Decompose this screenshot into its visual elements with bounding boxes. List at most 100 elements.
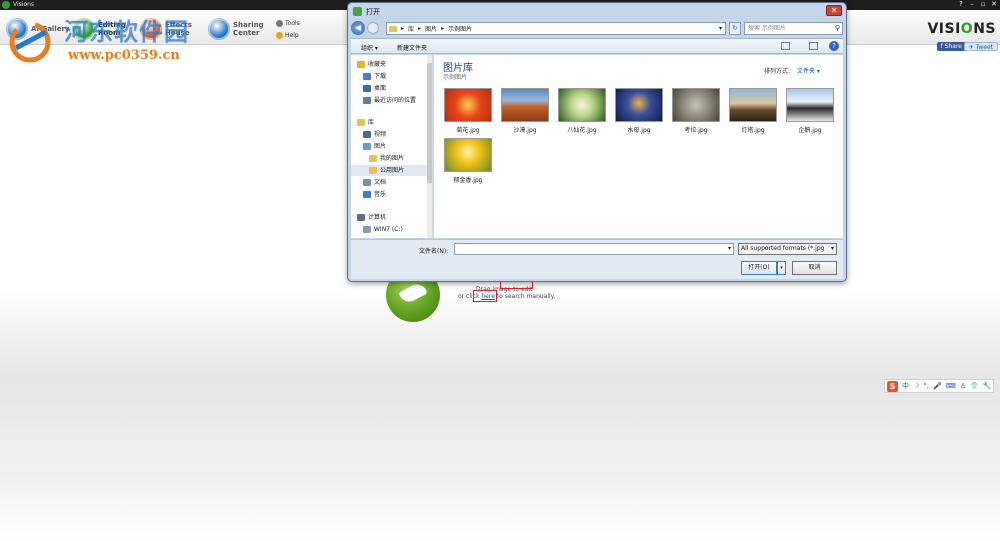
nav-scroll-thumb[interactable] (427, 63, 432, 183)
tools-button[interactable]: Tools (276, 20, 300, 27)
recent-icon (363, 97, 371, 104)
sogou-ime-icon[interactable]: S (887, 380, 898, 392)
thumbnail-caption: 水母.jpg (627, 127, 651, 134)
thumbnail-image[interactable] (786, 88, 834, 122)
address-dropdown-icon[interactable]: ▾ (719, 25, 722, 32)
nav-item[interactable]: 桌面 (351, 83, 427, 94)
thumbnail-item[interactable]: 水母.jpg (613, 88, 665, 136)
thumbnail-image[interactable] (558, 88, 606, 122)
moon-icon[interactable]: ☽ (913, 382, 919, 390)
open-button[interactable]: 打开(O) (741, 261, 777, 275)
dialog-titlebar[interactable]: 打开 ✕ (348, 3, 846, 20)
minimize-icon[interactable]: – (967, 0, 977, 8)
breadcrumb-library[interactable]: 库 (408, 24, 414, 33)
tools-icon (276, 20, 283, 27)
nav-item[interactable]: 视频 (351, 129, 427, 140)
nav-item[interactable]: 音乐 (351, 189, 427, 200)
pictures-icon (363, 143, 371, 150)
help-button[interactable]: Help (276, 32, 299, 39)
open-dropdown-button[interactable]: ▾ (777, 261, 786, 275)
breadcrumb-pictures[interactable]: 图片 (425, 24, 437, 33)
nav-item[interactable]: 我的图片 (351, 153, 427, 164)
filename-dropdown-icon[interactable]: ▾ (728, 245, 731, 252)
dialog-help-icon[interactable]: ? (829, 41, 839, 51)
cancel-button[interactable]: 取消 (792, 261, 837, 275)
ime-chinese-mode[interactable]: 中 (902, 381, 909, 391)
thumbnail-item[interactable]: 郁金香.jpg (442, 138, 494, 186)
nav-item[interactable]: 文档 (351, 177, 427, 188)
help-window-icon[interactable]: ? (956, 0, 966, 8)
nav-item-label: 下载 (374, 73, 387, 80)
filename-input[interactable]: ▾ (454, 243, 734, 255)
new-folder-button[interactable]: 新建文件夹 (397, 43, 427, 52)
view-options-icon[interactable] (781, 42, 790, 50)
file-list-pane: 图片库 示例图片 排列方式: 文件夹 ▾ 菊花.jpg 沙漠.jpg 八仙花.jpg… (434, 55, 843, 238)
library-icon (357, 119, 365, 126)
nav-item-label: 视频 (374, 131, 387, 138)
settings-wrench-icon[interactable]: 🔧 (983, 382, 992, 390)
nav-item[interactable]: 最近访问的位置 (351, 95, 427, 106)
preview-pane-icon[interactable] (809, 42, 818, 50)
user-icon[interactable]: ♙ (960, 382, 966, 390)
thumbnail-caption: 企鹅.jpg (798, 127, 822, 134)
dialog-app-icon (353, 7, 362, 16)
nav-scrollbar[interactable] (427, 55, 432, 238)
close-window-icon[interactable]: ✕ (989, 0, 999, 8)
keyboard-icon[interactable]: ⌨ (946, 382, 956, 390)
watermark-logo-icon (9, 21, 51, 63)
thumbnail-item[interactable]: 沙漠.jpg (499, 88, 551, 136)
sharing-center-label: Sharing Center (233, 21, 264, 37)
thumbnail-image[interactable] (615, 88, 663, 122)
thumbnail-image[interactable] (501, 88, 549, 122)
nav-item[interactable]: 图片 (351, 141, 427, 152)
nav-item[interactable]: 库 (351, 117, 427, 128)
help-icon (276, 32, 283, 39)
help-label: Help (285, 32, 299, 39)
thumbnail-image[interactable] (729, 88, 777, 122)
maximize-icon[interactable]: ▫ (978, 0, 988, 8)
nav-item[interactable]: WIN7 (C:) (351, 224, 427, 235)
back-arrow-icon[interactable]: ◀ (351, 21, 365, 35)
desktop-icon (363, 85, 371, 92)
skin-icon[interactable]: 👕 (970, 382, 979, 390)
thumbnail-caption: 沙漠.jpg (513, 127, 537, 134)
thumbnail-item[interactable]: 八仙花.jpg (556, 88, 608, 136)
thumbnail-caption: 八仙花.jpg (567, 127, 597, 134)
microphone-icon[interactable]: 🎤 (933, 382, 942, 390)
sharing-center-button[interactable]: Sharing Center (208, 16, 273, 42)
thumbnail-item[interactable]: 灯塔.jpg (727, 88, 779, 136)
address-row: ◀ ▸ 库 ▸ 图片 ▸ 示例图片 ▾ ↻ 搜索 示例图片 ⚲ (351, 21, 843, 37)
nav-item-label: 图片 (374, 143, 387, 150)
thumbnail-item[interactable]: 考拉.jpg (670, 88, 722, 136)
facebook-share-button[interactable]: f Share (936, 42, 966, 51)
open-file-dialog: 打开 ✕ ◀ ▸ 库 ▸ 图片 ▸ 示例图片 ▾ ↻ 搜索 示例图片 ⚲ 组织 … (347, 2, 847, 282)
breadcrumb-sample-pictures[interactable]: 示例图片 (448, 24, 472, 33)
refresh-icon[interactable]: ↻ (729, 22, 741, 35)
organize-button[interactable]: 组织 ▾ (361, 43, 378, 52)
nav-item[interactable]: 下载 (351, 71, 427, 82)
drive-icon (363, 226, 371, 233)
nav-item[interactable]: 计算机 (351, 212, 427, 223)
forward-arrow-icon[interactable] (367, 22, 379, 34)
dialog-title: 打开 (366, 8, 380, 16)
thumbnail-image[interactable] (672, 88, 720, 122)
nav-item[interactable]: 公用图片 (351, 165, 427, 176)
twitter-tweet-button[interactable]: ✈ Tweet (963, 42, 998, 51)
nav-item[interactable]: 收藏夹 (351, 59, 427, 70)
thumbnail-image[interactable] (444, 138, 492, 172)
dialog-footer: 文件名(N): ▾ All supported formats (*.jpg ▾… (351, 239, 843, 279)
punctuation-icon[interactable]: °, (923, 382, 929, 390)
thumbnail-item[interactable]: 菊花.jpg (442, 88, 494, 136)
nav-item-label: 库 (368, 119, 375, 126)
nav-item-label: WIN7 (C:) (374, 226, 403, 233)
app-title: Visions (13, 1, 35, 8)
thumbnail-item[interactable]: 企鹅.jpg (784, 88, 836, 136)
address-bar[interactable]: ▸ 库 ▸ 图片 ▸ 示例图片 ▾ (386, 22, 726, 35)
search-input[interactable]: 搜索 示例图片 ⚲ (744, 22, 843, 35)
thumbnail-image[interactable] (444, 88, 492, 122)
chevron-down-icon: ▾ (830, 245, 834, 252)
documents-icon (363, 179, 371, 186)
sort-dropdown[interactable]: 文件夹 ▾ (797, 66, 820, 75)
dialog-close-button[interactable]: ✕ (826, 5, 842, 16)
file-type-select[interactable]: All supported formats (*.jpg ▾ (738, 243, 837, 255)
